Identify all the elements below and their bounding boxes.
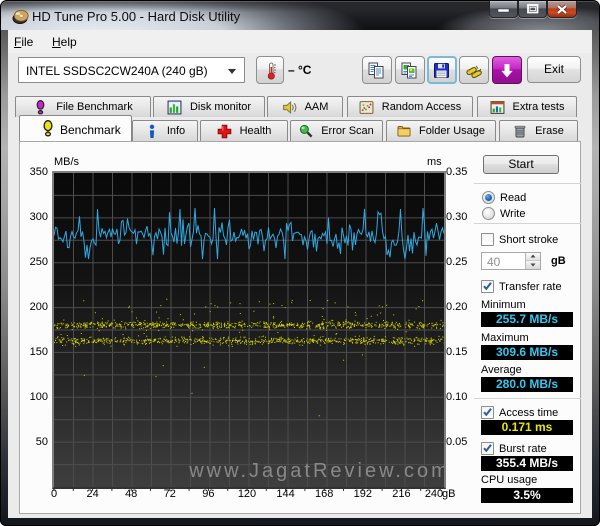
svg-text:www.JagatReview.com: www.JagatReview.com xyxy=(188,460,444,482)
